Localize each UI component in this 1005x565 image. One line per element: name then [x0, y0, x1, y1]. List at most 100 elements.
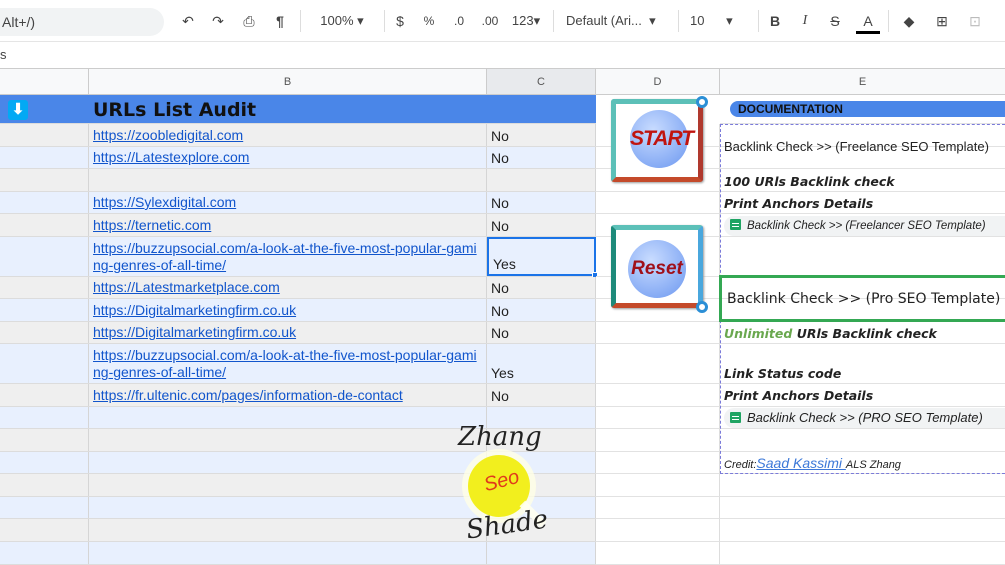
- cell-d[interactable]: [596, 344, 720, 384]
- cell-b[interactable]: [89, 542, 487, 564]
- cell-b[interactable]: https://Digitalmarketingfirm.co.uk: [89, 322, 487, 343]
- url-link[interactable]: https://Latestexplore.com: [93, 149, 478, 166]
- cell-a[interactable]: [0, 452, 89, 473]
- cell-c[interactable]: Yes: [487, 344, 596, 383]
- cell-d[interactable]: [596, 384, 720, 407]
- cell-a[interactable]: [0, 474, 89, 496]
- cell-a[interactable]: [0, 299, 89, 321]
- cell-b[interactable]: https://Latestexplore.com: [89, 147, 487, 168]
- strikethrough-button[interactable]: S: [826, 10, 844, 32]
- italic-button[interactable]: I: [796, 10, 814, 32]
- paint-format-icon[interactable]: ¶: [270, 10, 290, 32]
- cell-a[interactable]: [0, 519, 89, 541]
- more-formats-button[interactable]: 123▾: [508, 10, 544, 32]
- cell-c[interactable]: [487, 169, 596, 191]
- url-link[interactable]: https://Digitalmarketingfirm.co.uk: [93, 324, 478, 341]
- cell-a[interactable]: [0, 147, 89, 168]
- cell-b[interactable]: [89, 474, 487, 496]
- url-link[interactable]: https://Digitalmarketingfirm.co.uk: [93, 302, 478, 319]
- cell-e[interactable]: [720, 474, 1005, 497]
- zoom-select[interactable]: 100% ▾: [312, 10, 372, 32]
- column-header-d[interactable]: D: [596, 69, 720, 95]
- cell-a[interactable]: [0, 214, 89, 236]
- bold-button[interactable]: B: [766, 10, 784, 32]
- cell-d[interactable]: [596, 192, 720, 214]
- cell-c[interactable]: No: [487, 384, 596, 406]
- cell-b[interactable]: [89, 429, 487, 451]
- cell-b[interactable]: [89, 497, 487, 518]
- cell-b[interactable]: https://fr.ultenic.com/pages/information…: [89, 384, 487, 406]
- cell-b[interactable]: https://buzzupsocial.com/a-look-at-the-f…: [89, 237, 487, 276]
- cell-d[interactable]: [596, 407, 720, 429]
- cell-c[interactable]: No: [487, 322, 596, 343]
- formula-bar[interactable]: s: [0, 43, 1005, 69]
- fill-color-icon[interactable]: ◆: [898, 10, 920, 32]
- cell-e[interactable]: [720, 519, 1005, 542]
- cell-b[interactable]: https://Latestmarketplace.com: [89, 277, 487, 298]
- cell-b[interactable]: https://Digitalmarketingfirm.co.uk: [89, 299, 487, 321]
- credit-link[interactable]: Saad Kassimi: [756, 455, 845, 471]
- freelance-template-chip[interactable]: Backlink Check >> (Freelancer SEO Templa…: [724, 216, 1005, 236]
- cell-a[interactable]: [0, 277, 89, 298]
- url-link[interactable]: https://buzzupsocial.com/a-look-at-the-f…: [93, 240, 478, 274]
- pro-title-cell[interactable]: Backlink Check >> (Pro SEO Template): [719, 275, 1005, 322]
- column-header-c[interactable]: C: [487, 69, 596, 95]
- cell-a[interactable]: [0, 344, 89, 383]
- cell-c[interactable]: No: [487, 277, 596, 298]
- cell-d[interactable]: [596, 452, 720, 474]
- url-link[interactable]: https://ternetic.com: [93, 217, 478, 234]
- column-header-a[interactable]: [0, 69, 89, 95]
- cell-a[interactable]: [0, 192, 89, 213]
- url-link[interactable]: https://fr.ultenic.com/pages/information…: [93, 387, 478, 404]
- cell-b[interactable]: https://zoobledigital.com: [89, 124, 487, 146]
- url-link[interactable]: https://Sylexdigital.com: [93, 194, 478, 211]
- menu-search-input[interactable]: Alt+/): [0, 8, 164, 36]
- cell-a[interactable]: [0, 322, 89, 343]
- cell-d[interactable]: [596, 542, 720, 565]
- text-color-button[interactable]: A: [856, 10, 880, 34]
- cell-b[interactable]: https://ternetic.com: [89, 214, 487, 236]
- redo-icon[interactable]: ↷: [208, 10, 228, 32]
- cell-e[interactable]: [720, 542, 1005, 565]
- url-link[interactable]: https://zoobledigital.com: [93, 127, 478, 144]
- cell-c[interactable]: No: [487, 192, 596, 213]
- cell-c[interactable]: No: [487, 214, 596, 236]
- cell-b[interactable]: [89, 407, 487, 428]
- font-select[interactable]: Default (Ari... ▾: [566, 10, 670, 32]
- cell-a[interactable]: [0, 384, 89, 406]
- start-button[interactable]: START: [611, 96, 708, 182]
- cell-c[interactable]: No: [487, 124, 596, 146]
- undo-icon[interactable]: ↶: [178, 10, 198, 32]
- cell-a[interactable]: [0, 237, 89, 276]
- increase-decimal-button[interactable]: .00: [478, 10, 502, 32]
- pro-template-chip[interactable]: Backlink Check >> (PRO SEO Template): [724, 408, 1005, 428]
- cell-a[interactable]: [0, 124, 89, 146]
- cell-a[interactable]: [0, 407, 89, 428]
- print-icon[interactable]: ⎙: [239, 10, 259, 32]
- cell-d[interactable]: [596, 497, 720, 519]
- cell-d[interactable]: [596, 322, 720, 344]
- column-header-e[interactable]: E: [720, 69, 1005, 95]
- cell-a[interactable]: [0, 169, 89, 191]
- cell-a[interactable]: [0, 542, 89, 564]
- percent-button[interactable]: %: [421, 10, 437, 32]
- cell-b[interactable]: [89, 519, 487, 541]
- currency-button[interactable]: $: [392, 10, 408, 32]
- cell-d[interactable]: [596, 519, 720, 542]
- cell-b[interactable]: [89, 452, 487, 473]
- cell-d[interactable]: [596, 474, 720, 497]
- cell-a[interactable]: [0, 497, 89, 518]
- arrow-down-icon[interactable]: ⬇: [8, 100, 28, 120]
- reset-button[interactable]: Reset: [611, 225, 708, 313]
- cell-c[interactable]: No: [487, 147, 596, 168]
- column-header-b[interactable]: B: [89, 69, 487, 95]
- decrease-decimal-button[interactable]: .0: [449, 10, 469, 32]
- borders-icon[interactable]: ⊞: [931, 10, 953, 32]
- merge-cells-icon[interactable]: ⊡: [964, 10, 986, 32]
- cell-b[interactable]: https://Sylexdigital.com: [89, 192, 487, 213]
- cell-c[interactable]: No: [487, 299, 596, 321]
- url-link[interactable]: https://Latestmarketplace.com: [93, 279, 478, 296]
- cell-b[interactable]: [89, 169, 487, 191]
- cell-e[interactable]: [720, 497, 1005, 519]
- url-link[interactable]: https://buzzupsocial.com/a-look-at-the-f…: [93, 347, 478, 381]
